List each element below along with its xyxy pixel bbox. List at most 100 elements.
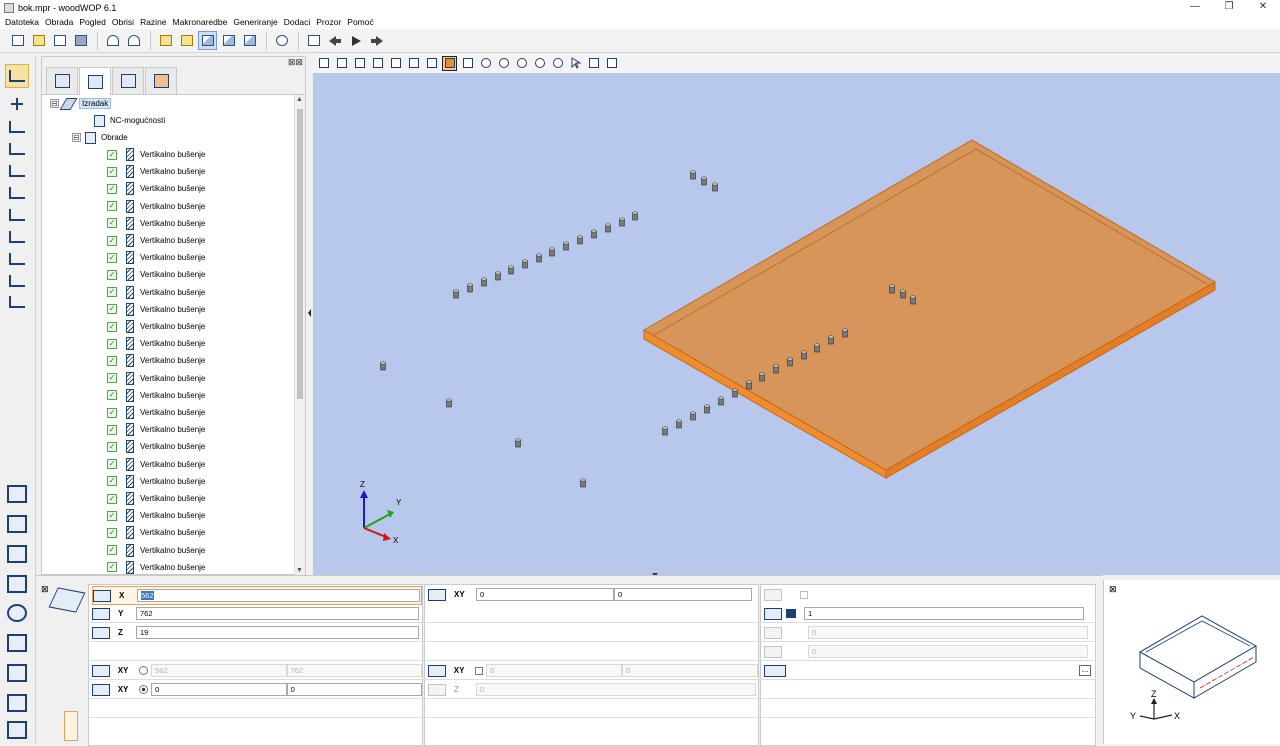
tree-node-operation[interactable]: ✓ Vertikalno bušenje — [107, 387, 205, 404]
drill-hole[interactable] — [515, 438, 521, 448]
play-button[interactable] — [346, 31, 365, 50]
tree-node-operation[interactable]: ✓ Vertikalno bušenje — [107, 249, 205, 266]
input-xy4-b[interactable]: 0 — [622, 664, 758, 677]
drill-hole[interactable] — [495, 271, 501, 281]
menu-pomoc[interactable]: Pomoć — [347, 17, 373, 27]
tree-node-operation[interactable]: ✓ Vertikalno bušenje — [107, 232, 205, 249]
measure-button[interactable] — [586, 56, 601, 71]
forward-button[interactable] — [367, 31, 386, 50]
tree-node-group[interactable]: ⊟ Obrade — [72, 129, 128, 146]
tree-node-operation[interactable]: ✓ Vertikalno bušenje — [107, 163, 205, 180]
input-xy-a[interactable]: 0 — [476, 588, 614, 601]
tree-node-operation[interactable]: ✓ Vertikalno bušenje — [107, 318, 205, 335]
list-tool-button[interactable] — [5, 720, 29, 740]
view-top-button[interactable] — [388, 56, 403, 71]
scroll-up-icon[interactable]: ▲ — [296, 96, 303, 103]
view-wire-button[interactable] — [460, 56, 475, 71]
property-row-count[interactable]: 1 — [764, 604, 1094, 623]
input-xy3-b[interactable]: 0 — [286, 683, 422, 696]
drill-hole[interactable] — [889, 284, 895, 294]
refresh-button[interactable] — [272, 31, 291, 50]
input-z2[interactable]: 0 — [476, 683, 756, 696]
workpiece-view-button[interactable] — [198, 31, 217, 50]
back-button[interactable] — [325, 31, 344, 50]
checkbox-checked-icon[interactable]: ✓ — [107, 355, 117, 366]
menu-datoteka[interactable]: Datoteka — [5, 17, 39, 27]
open-file-button[interactable] — [29, 31, 48, 50]
checkbox-checked-icon[interactable]: ✓ — [107, 459, 117, 470]
drill-hole[interactable] — [690, 170, 696, 180]
tab-list[interactable] — [112, 67, 144, 94]
drill-hole[interactable] — [522, 259, 528, 269]
checkbox-checked-icon[interactable]: ✓ — [107, 149, 117, 160]
checkbox-checked-icon[interactable]: ✓ — [107, 493, 117, 504]
input-xy3-a[interactable]: 0 — [151, 683, 287, 696]
property-row-flag[interactable] — [764, 585, 1094, 604]
checkbox-icon[interactable] — [475, 666, 484, 675]
tab-wizard[interactable] — [46, 67, 78, 94]
tab-tree[interactable] — [79, 67, 111, 95]
checkbox-checked-icon[interactable]: ✓ — [107, 304, 117, 315]
tree-node-operation[interactable]: ✓ Vertikalno bušenje — [107, 266, 205, 283]
panel-close-icon[interactable]: ⊠⊠ — [288, 57, 303, 68]
drill-hole[interactable] — [712, 182, 718, 192]
workpiece-tool-button[interactable] — [5, 481, 29, 507]
property-row-tool[interactable]: ... — [764, 661, 1094, 680]
drill-hole[interactable] — [746, 380, 752, 390]
tree-node-operation[interactable]: ✓ Vertikalno bušenje — [107, 404, 205, 421]
arc-tool-button[interactable] — [5, 161, 29, 181]
drill-hole[interactable] — [787, 357, 793, 367]
collapse-icon[interactable]: ⊟ — [50, 99, 59, 108]
tree-node-operation[interactable]: ✓ Vertikalno bušenje — [107, 507, 205, 524]
cube-wire-button[interactable] — [240, 31, 259, 50]
tree-node-operation[interactable]: ✓ Vertikalno bušenje — [107, 301, 205, 318]
drill-hole[interactable] — [619, 217, 625, 227]
property-row-xy4[interactable]: XY 0 0 — [428, 661, 758, 680]
drill-hole[interactable] — [508, 265, 514, 275]
scroll-down-icon[interactable]: ▼ — [296, 567, 303, 574]
tree-node-root[interactable]: ⊟ Izradak — [50, 95, 112, 112]
scene-canvas[interactable]: Z Y X — [313, 73, 1280, 575]
checkbox-checked-icon[interactable]: ✓ — [107, 218, 117, 229]
drill-hole[interactable] — [549, 247, 555, 257]
orbit-button[interactable] — [550, 56, 565, 71]
checkbox-checked-icon[interactable]: ✓ — [107, 441, 117, 452]
drill-hole[interactable] — [662, 426, 668, 436]
drill-hole[interactable] — [605, 223, 611, 233]
drill-hole[interactable] — [910, 295, 916, 305]
drill-tool-button[interactable] — [5, 511, 29, 537]
drill-hole[interactable] — [676, 419, 682, 429]
wizard-tool-button[interactable] — [5, 64, 29, 88]
rotate-button[interactable] — [532, 56, 547, 71]
scroll-thumb[interactable] — [297, 109, 303, 399]
sawblade-tool-button[interactable] — [5, 600, 29, 626]
checkbox-checked-icon[interactable]: ✓ — [107, 321, 117, 332]
menu-pogled[interactable]: Pogled — [79, 17, 105, 27]
tree-node-nc[interactable]: NC-mogućnosti — [94, 112, 165, 129]
input-dim2[interactable]: 0 — [808, 645, 1088, 658]
property-row-dim1[interactable]: 0 — [764, 623, 1094, 642]
arc2-tool-button[interactable] — [5, 183, 29, 203]
checkbox-icon[interactable] — [800, 590, 808, 599]
checkbox-checked-icon[interactable]: ✓ — [107, 269, 117, 280]
tab-components[interactable] — [145, 67, 177, 94]
drill-hole[interactable] — [701, 176, 707, 186]
input-xy4-a[interactable]: 0 — [486, 664, 623, 677]
component-tool-button[interactable] — [5, 631, 29, 655]
drill-hole[interactable] — [446, 398, 452, 408]
checkbox-checked-icon[interactable]: ✓ — [107, 252, 117, 263]
tree-node-operation[interactable]: ✓ Vertikalno bušenje — [107, 370, 205, 387]
checkbox-checked-icon[interactable]: ✓ — [107, 183, 117, 194]
property-row-z2[interactable]: Z 0 — [428, 680, 758, 699]
tree-node-operation[interactable]: ✓ Vertikalno bušenje — [107, 146, 205, 163]
drill-hole[interactable] — [828, 335, 834, 345]
workpiece-panel-top[interactable] — [643, 139, 1216, 471]
tree-node-operation[interactable]: ✓ Vertikalno bušenje — [107, 198, 205, 215]
tree-node-operation[interactable]: ✓ Vertikalno bušenje — [107, 438, 205, 455]
point-tool-button[interactable] — [5, 94, 29, 114]
tree-node-operation[interactable]: ✓ Vertikalno bušenje — [107, 490, 205, 507]
tree-node-operation[interactable]: ✓ Vertikalno bušenje — [107, 542, 205, 559]
property-row-y[interactable]: Y 762 — [92, 604, 422, 623]
import-button[interactable] — [156, 31, 175, 50]
view-iso-button[interactable] — [424, 56, 439, 71]
